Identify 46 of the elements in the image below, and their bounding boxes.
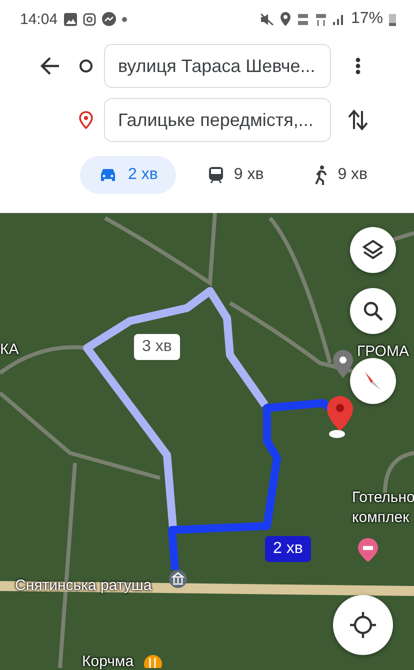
swap-arrows-icon[interactable] [348, 109, 368, 131]
clock-time: 14:04 [20, 10, 58, 28]
travel-mode-tab[interactable]: 2 хв [80, 156, 176, 194]
layers-button[interactable] [350, 227, 396, 273]
restaurant-pin-icon[interactable] [143, 654, 163, 668]
my-location-button[interactable] [333, 595, 393, 655]
walking-person-icon [314, 165, 328, 185]
hotel-pin-icon[interactable] [358, 538, 378, 562]
map-place-label: Готельно [352, 489, 414, 506]
layers-icon [362, 240, 384, 260]
battery-icon [389, 12, 396, 26]
back-arrow-icon[interactable] [40, 57, 60, 75]
car-icon [98, 167, 118, 183]
more-options-icon[interactable] [355, 57, 361, 75]
crosshair-icon [350, 612, 376, 638]
location-pin-icon [280, 12, 291, 26]
circle-icon [79, 59, 93, 73]
satellite-map[interactable]: КА ГРОМА Готельно комплек Снятинська ратуша Корчма 3 хв 2 хв [0, 213, 414, 670]
map-place-label: комплек [352, 509, 410, 526]
origin-field[interactable]: вулиця Тараса Шевче... [104, 44, 331, 88]
destination-field[interactable]: Галицьке передмістя,... [104, 98, 331, 142]
search-icon [363, 301, 383, 321]
chat-bubble-icon [102, 12, 116, 26]
dot-icon [122, 16, 127, 22]
map-place-label: ГРОМА [357, 343, 409, 360]
muted-speaker-icon [260, 12, 274, 26]
travel-mode-tab[interactable]: 9 хв [296, 156, 386, 194]
museum-pin-icon[interactable] [168, 569, 188, 589]
alternate-route-line[interactable] [83, 287, 268, 528]
image-icon [64, 12, 77, 26]
search-button[interactable] [350, 288, 396, 334]
destination-pin-icon [326, 396, 354, 438]
battery-percentage: 17% [350, 10, 383, 28]
map-pin-icon[interactable] [333, 350, 353, 378]
train-icon [208, 166, 224, 184]
location-pin-icon [79, 111, 93, 129]
route-time-label[interactable]: 3 хв [134, 334, 180, 360]
compass-icon [363, 370, 383, 392]
map-place-label: Снятинська ратуша [15, 577, 152, 594]
map-place-label: Корчма [82, 653, 134, 670]
route-time-label[interactable]: 2 хв [265, 536, 311, 562]
map-place-label: КА [0, 341, 19, 358]
camera-icon [82, 12, 96, 26]
signal-icon [332, 13, 345, 25]
compass-button[interactable] [350, 358, 396, 404]
travel-mode-tab[interactable]: 9 хв [190, 156, 282, 194]
